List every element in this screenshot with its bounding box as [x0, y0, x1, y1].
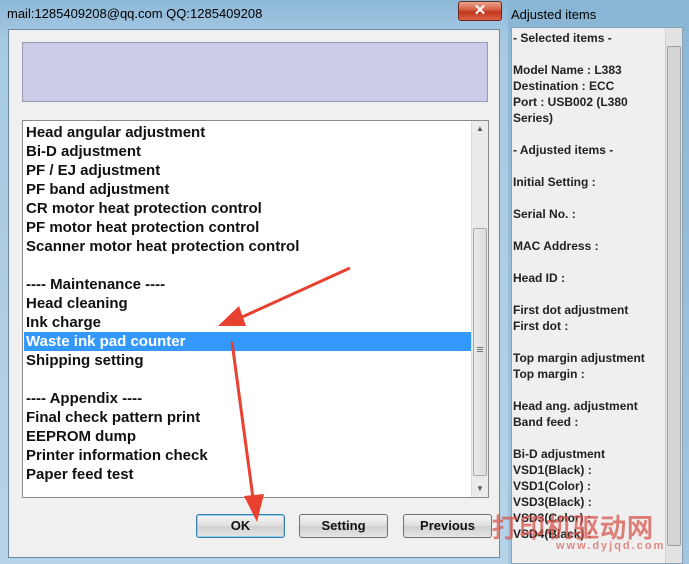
adjusted-item-line: First dot : [513, 319, 569, 333]
adjusted-item-line: Top margin adjustment [513, 351, 645, 365]
dialog-client-area: Head angular adjustment Bi-D adjustment PF… [8, 29, 500, 558]
adjusted-item-line: MAC Address : [513, 239, 599, 253]
adjusted-item-line [513, 334, 664, 350]
adjustment-list[interactable]: Head angular adjustment Bi-D adjustment PF… [22, 120, 489, 498]
adjusted-items-panel: - Selected items - Model Name : L383 Desti… [511, 27, 683, 564]
adjusted-item-line: Model Name : L383 [513, 63, 622, 77]
list-item[interactable]: Waste ink pad counter [24, 332, 473, 351]
adjusted-items-text: - Selected items - Model Name : L383 Desti… [513, 30, 664, 542]
scroll-down-icon[interactable]: ▼ [472, 481, 488, 497]
list-item[interactable]: Printer information check [24, 446, 473, 465]
adjusted-item-line: - Selected items - [513, 31, 612, 45]
scroll-up-icon[interactable]: ▲ [472, 121, 488, 137]
close-button[interactable]: ✕ [458, 1, 502, 21]
side-scrollbar-thumb[interactable] [667, 46, 681, 546]
adjustment-list-items: Head angular adjustment Bi-D adjustment PF… [24, 123, 473, 484]
list-item[interactable]: Final check pattern print [24, 408, 473, 427]
scrollbar-thumb[interactable] [473, 228, 487, 476]
adjusted-item-line: VSD1(Color) : [513, 479, 591, 493]
list-item[interactable] [24, 370, 473, 389]
adjusted-item-line: Series) [513, 111, 554, 125]
adjusted-item-line [513, 126, 664, 142]
watermark-url: www.dyjqd.com [556, 540, 666, 552]
adjusted-item-line: First dot adjustment [513, 303, 629, 317]
list-scrollbar[interactable]: ▲ ▼ [471, 121, 488, 497]
adjusted-item-line [513, 158, 664, 174]
dialog-title: mail:1285409208@qq.com QQ:1285409208 [7, 6, 263, 21]
previous-button[interactable]: Previous [403, 514, 492, 538]
ok-button[interactable]: OK [196, 514, 285, 538]
list-item[interactable]: ---- Maintenance ---- [24, 275, 473, 294]
side-scrollbar[interactable] [665, 28, 682, 563]
list-item[interactable]: Shipping setting [24, 351, 473, 370]
list-item[interactable]: PF band adjustment [24, 180, 473, 199]
close-icon: ✕ [473, 2, 487, 19]
adjusted-item-line: Band feed : [513, 415, 579, 429]
adjusted-item-line: Head ID : [513, 271, 566, 285]
adjusted-item-line: - Adjusted items - [513, 143, 614, 157]
list-item[interactable]: Paper feed test [24, 465, 473, 484]
adjusted-item-line [513, 46, 664, 62]
adjusted-item-line: Top margin : [513, 367, 585, 381]
list-item[interactable]: Bi-D adjustment [24, 142, 473, 161]
adjusted-item-line [513, 286, 664, 302]
list-item[interactable]: ---- Appendix ---- [24, 389, 473, 408]
adjusted-item-line [513, 190, 664, 206]
list-item[interactable] [24, 256, 473, 275]
list-item[interactable]: Head cleaning [24, 294, 473, 313]
list-item[interactable]: Scanner motor heat protection control [24, 237, 473, 256]
list-item[interactable]: PF / EJ adjustment [24, 161, 473, 180]
adjusted-item-line: VSD1(Black) : [513, 463, 592, 477]
message-box [22, 42, 488, 102]
adjusted-items-window: Adjusted items - Selected items - Model N… [508, 0, 689, 564]
list-item[interactable]: PF motor heat protection control [24, 218, 473, 237]
adjusted-item-line: Port : USB002 (L380 [513, 95, 628, 109]
setting-button[interactable]: Setting [299, 514, 388, 538]
adjusted-item-line: Destination : ECC [513, 79, 615, 93]
adjusted-item-line [513, 382, 664, 398]
adjusted-item-line: Bi-D adjustment [513, 447, 606, 461]
adjusted-item-line [513, 222, 664, 238]
service-dialog: mail:1285409208@qq.com QQ:1285409208 ✕ H… [0, 0, 509, 564]
adjusted-item-line: Head ang. adjustment [513, 399, 638, 413]
adjusted-item-line: Serial No. : [513, 207, 576, 221]
adjusted-items-title: Adjusted items [511, 7, 597, 22]
adjusted-item-line [513, 430, 664, 446]
list-item[interactable]: Ink charge [24, 313, 473, 332]
adjusted-item-line: Initial Setting : [513, 175, 596, 189]
list-item[interactable]: CR motor heat protection control [24, 199, 473, 218]
grip-icon [477, 347, 483, 353]
list-item[interactable]: Head angular adjustment [24, 123, 473, 142]
list-item[interactable]: EEPROM dump [24, 427, 473, 446]
adjusted-item-line [513, 254, 664, 270]
